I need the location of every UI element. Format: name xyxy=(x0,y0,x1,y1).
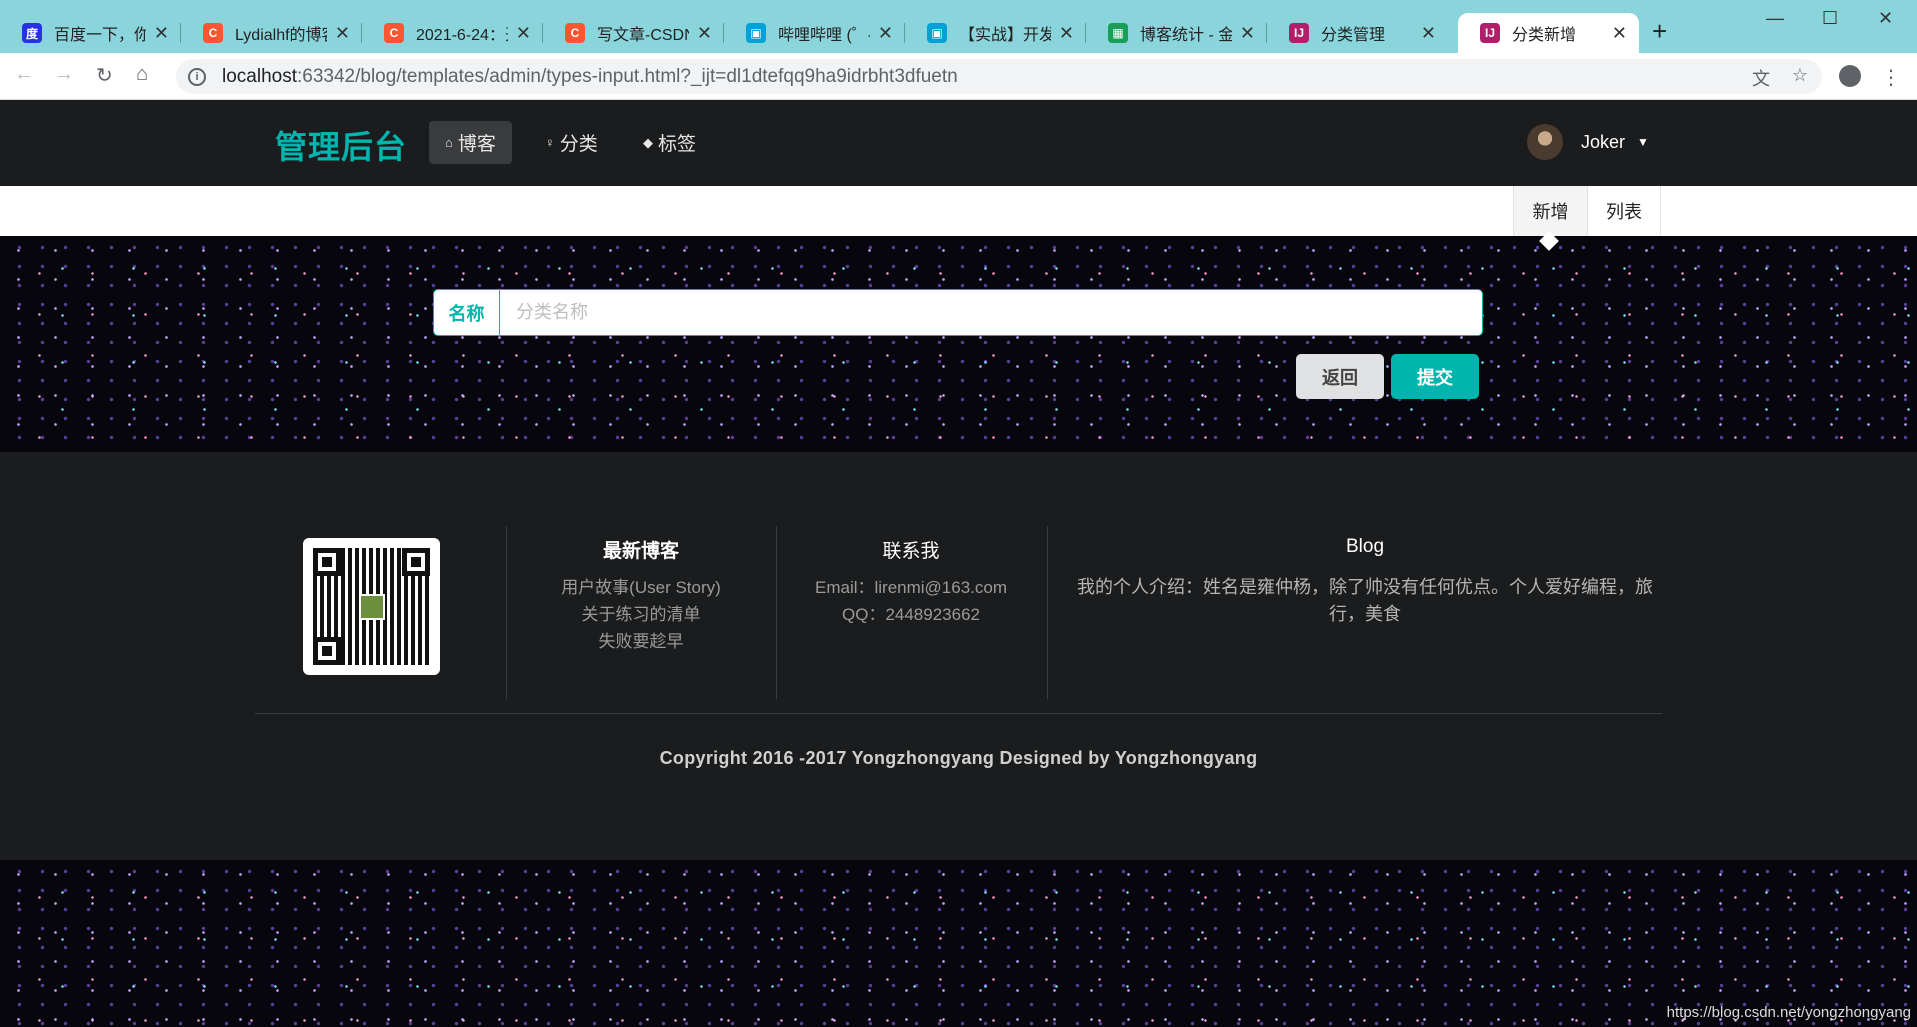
close-icon[interactable]: ✕ xyxy=(878,23,893,44)
csdn-icon: C xyxy=(384,23,404,43)
minimize-icon[interactable]: — xyxy=(1766,8,1784,29)
contact-qq: QQ：2448923662 xyxy=(842,605,980,624)
close-icon[interactable]: ✕ xyxy=(697,23,712,44)
more-menu-icon[interactable]: ⋮ xyxy=(1881,65,1901,90)
url-host: localhost xyxy=(222,65,297,87)
nav-item-category[interactable]: ♀ 分类 xyxy=(529,121,614,164)
submenu-add[interactable]: 新增 xyxy=(1513,186,1587,236)
browser-tab[interactable]: ▣ 【实战】开发个 ✕ xyxy=(905,13,1086,53)
name-label: 名称 xyxy=(434,290,500,335)
tab-title: 【实战】开发个 xyxy=(959,27,1051,44)
back-button[interactable]: 返回 xyxy=(1296,354,1384,399)
info-icon[interactable]: i xyxy=(188,67,206,86)
contact-email: Email：lirenmi@163.com xyxy=(814,578,1008,597)
browser-tab[interactable]: C 写文章-CSDN博 ✕ xyxy=(543,13,724,53)
window-close-icon[interactable]: ✕ xyxy=(1878,8,1893,29)
new-tab-plus-icon[interactable]: + xyxy=(1652,16,1667,47)
nav-item-label: 标签 xyxy=(658,134,697,155)
browser-tab[interactable]: IJ 分类管理 ✕ xyxy=(1267,13,1448,53)
browser-tab-active[interactable]: IJ 分类新增 ✕ xyxy=(1458,13,1639,53)
url-bar[interactable]: i localhost:63342/blog/templates/admin/t… xyxy=(176,59,1822,94)
submit-button[interactable]: 提交 xyxy=(1391,354,1479,399)
latest-blog-link[interactable]: 用户故事(User Story) xyxy=(506,574,776,601)
close-icon[interactable]: ✕ xyxy=(516,23,531,44)
category-name-input[interactable] xyxy=(500,290,1482,335)
caret-down-icon: ▼ xyxy=(1637,135,1649,149)
footer-separator xyxy=(255,713,1662,714)
starfield-background xyxy=(0,860,1917,1027)
blog-intro: 我的个人介绍：姓名是雍仲杨，除了帅没有任何优点。个人爱好编程，旅行，美食 xyxy=(1077,577,1653,624)
browser-tab[interactable]: C 2021-6-24：开 ✕ xyxy=(362,13,543,53)
user-name: Joker xyxy=(1581,131,1626,152)
sheet-icon: ▦ xyxy=(1108,23,1128,43)
star-bookmark-icon[interactable]: ☆ xyxy=(1792,65,1808,86)
nav-item-label: 分类 xyxy=(559,134,598,155)
home-icon: ⌂ xyxy=(445,135,453,150)
tab-title: 百度一下，你就 xyxy=(54,27,146,44)
close-icon[interactable]: ✕ xyxy=(154,23,169,44)
tab-title: 分类管理 xyxy=(1321,27,1386,44)
submenu-list[interactable]: 列表 xyxy=(1587,186,1661,236)
csdn-icon: C xyxy=(565,23,585,43)
latest-blogs-list: 用户故事(User Story) 关于练习的清单 失败要趁早 xyxy=(506,574,776,655)
blog-title: Blog xyxy=(1345,536,1385,557)
tab-title: 哔哩哔哩 (゜- xyxy=(778,27,870,44)
address-toolbar: ← → ↻ ⌂ i localhost:63342/blog/templates… xyxy=(0,53,1917,100)
browser-tab-strip: 度 百度一下，你就 ✕ C Lydialhf的博客 ✕ C 2021-6-24：… xyxy=(0,0,1917,53)
tab-title: 2021-6-24：开 xyxy=(416,27,508,44)
url-path: :63342/blog/templates/admin/types-input.… xyxy=(297,65,958,87)
profile-avatar-icon[interactable] xyxy=(1839,65,1861,87)
sub-menu: 新增 列表 xyxy=(0,186,1917,236)
contact-info: Email：lirenmi@163.com QQ：2448923662 xyxy=(776,574,1046,628)
contact-title: 联系我 xyxy=(882,541,940,562)
home-icon[interactable]: ⌂ xyxy=(136,63,148,86)
tab-title: Lydialhf的博客 xyxy=(235,27,327,44)
forward-arrow-icon[interactable]: → xyxy=(54,63,74,86)
maximize-icon[interactable]: ☐ xyxy=(1822,8,1838,29)
tags-icon: ◆ xyxy=(643,134,653,150)
browser-tab[interactable]: 度 百度一下，你就 ✕ xyxy=(0,13,181,53)
intellij-icon: IJ xyxy=(1289,23,1309,43)
tab-title: 写文章-CSDN博 xyxy=(597,27,689,44)
close-icon[interactable]: ✕ xyxy=(1059,23,1074,44)
close-icon[interactable]: ✕ xyxy=(1240,23,1255,44)
brand-title[interactable]: 管理后台 xyxy=(275,122,407,168)
browser-tab[interactable]: ▦ 博客统计 - 金山 ✕ xyxy=(1086,13,1267,53)
avatar xyxy=(1527,124,1563,160)
translate-icon[interactable]: 文 xyxy=(1752,65,1770,91)
nav-item-tags[interactable]: ◆ 标签 xyxy=(627,121,712,164)
qr-code-image xyxy=(303,538,440,675)
nav-item-label: 博客 xyxy=(457,134,496,155)
browser-tab[interactable]: C Lydialhf的博客 ✕ xyxy=(181,13,362,53)
copyright-text: Copyright 2016 -2017 Yongzhongyang Desig… xyxy=(659,748,1258,768)
close-icon[interactable]: ✕ xyxy=(1421,23,1436,44)
watermark-text: https://blog.csdn.net/yongzhongyang xyxy=(1666,1004,1911,1021)
category-name-field: 名称 xyxy=(433,289,1483,336)
footer-divider xyxy=(1047,526,1048,699)
idea-icon: ♀ xyxy=(545,135,555,150)
latest-blog-link[interactable]: 关于练习的清单 xyxy=(506,601,776,628)
baidu-paw-icon: 度 xyxy=(22,23,42,43)
latest-blogs-title: 最新博客 xyxy=(602,541,679,562)
latest-blog-link[interactable]: 失败要趁早 xyxy=(506,628,776,655)
admin-top-nav: 管理后台 ⌂ 博客 ♀ 分类 ◆ 标签 Joker ▼ xyxy=(0,100,1917,186)
browser-tab[interactable]: ▣ 哔哩哔哩 (゜- ✕ xyxy=(724,13,905,53)
footer: 最新博客 用户故事(User Story) 关于练习的清单 失败要趁早 联系我 … xyxy=(0,452,1917,860)
url-text: localhost:63342/blog/templates/admin/typ… xyxy=(222,66,958,88)
close-icon[interactable]: ✕ xyxy=(335,23,350,44)
nav-item-blog[interactable]: ⌂ 博客 xyxy=(429,121,512,164)
intellij-icon: IJ xyxy=(1480,23,1500,43)
back-arrow-icon[interactable]: ← xyxy=(14,63,34,86)
tab-title: 博客统计 - 金山 xyxy=(1140,27,1232,44)
close-icon[interactable]: ✕ xyxy=(1612,23,1627,44)
csdn-icon: C xyxy=(203,23,223,43)
reload-icon[interactable]: ↻ xyxy=(96,63,113,88)
bilibili-icon: ▣ xyxy=(927,23,947,43)
starfield-background xyxy=(0,236,1917,452)
bilibili-icon: ▣ xyxy=(746,23,766,43)
user-menu[interactable]: Joker ▼ xyxy=(1527,124,1649,160)
tab-title: 分类新增 xyxy=(1512,27,1577,44)
